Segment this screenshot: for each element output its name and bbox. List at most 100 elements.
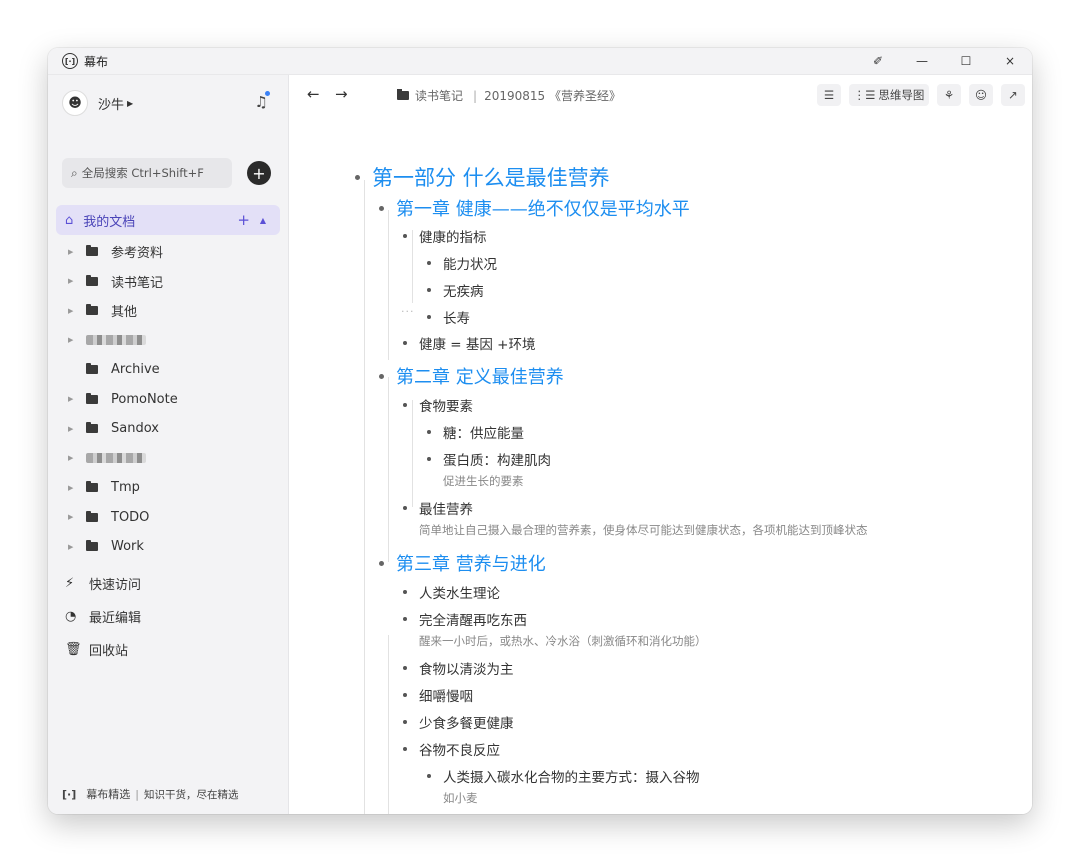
outline-item-level3[interactable]: 人类摄入碳水化合物的主要方式：摄入谷物 bbox=[427, 766, 700, 786]
outline-text[interactable]: 完全清醒再吃东西 bbox=[419, 609, 527, 629]
notification-dot bbox=[265, 91, 270, 96]
outline-heading[interactable]: 第一部分 什么是最佳营养 bbox=[372, 162, 610, 192]
outline-text[interactable]: 人类水生理论 bbox=[419, 582, 500, 602]
sidebar-folder-item[interactable]: ▶ 参考资料 bbox=[48, 237, 288, 267]
mindmap-button[interactable]: ⋮☰ 思维导图 bbox=[849, 84, 929, 106]
outline-note[interactable]: 促进生长的要素 bbox=[443, 473, 524, 489]
outline-item-level2[interactable]: 健康的指标 bbox=[403, 226, 487, 246]
outline-note[interactable]: 醒来一小时后，或热水、冷水浴（刺激循环和消化功能） bbox=[419, 633, 707, 649]
outline-note-text[interactable]: 促进生长的要素 bbox=[443, 473, 524, 489]
find-in-doc-icon[interactable]: ☰ bbox=[817, 84, 841, 106]
outline-item-level1[interactable]: 第三章 营养与进化 bbox=[379, 550, 546, 576]
pin-icon[interactable]: ✐ bbox=[856, 54, 900, 68]
export-icon[interactable]: ↗ bbox=[1001, 84, 1025, 106]
add-folder-icon[interactable]: + bbox=[237, 211, 250, 229]
search-input[interactable]: ⌕ 全局搜索 Ctrl+Shift+F bbox=[62, 158, 232, 188]
outline-note[interactable]: 简单地让自己摄入最合理的营养素，使身体尽可能达到健康状态，各项机能达到顶峰状态 bbox=[419, 522, 868, 538]
expand-arrow-icon[interactable]: ▶ bbox=[68, 336, 73, 344]
expand-arrow-icon[interactable]: ▶ bbox=[68, 513, 73, 521]
avatar[interactable]: ☻ bbox=[62, 90, 88, 116]
user-menu[interactable]: ☻ 沙牛 ▶ ♫ bbox=[62, 89, 276, 117]
expand-arrow-icon[interactable]: ▶ bbox=[68, 248, 73, 256]
outline-text[interactable]: 食物以清淡为主 bbox=[419, 658, 514, 678]
outline-item-level2[interactable]: 食物以清淡为主 bbox=[403, 658, 514, 678]
sidebar-folder-item[interactable]: ▶ bbox=[48, 326, 288, 356]
close-button[interactable]: × bbox=[988, 54, 1032, 68]
sidebar-item-recent[interactable]: ◔ 最近编辑 bbox=[48, 601, 288, 631]
outline-heading[interactable]: 第二章 定义最佳营养 bbox=[396, 363, 564, 389]
guide-line bbox=[412, 400, 413, 507]
bullet-icon bbox=[403, 234, 407, 238]
outline-item-level2[interactable]: 完全清醒再吃东西 bbox=[403, 609, 527, 629]
breadcrumb-folder[interactable]: 读书笔记 bbox=[415, 87, 463, 104]
sidebar-item-quick-access[interactable]: ⚡ 快速访问 bbox=[48, 568, 288, 598]
outline-text[interactable]: 人类摄入碳水化合物的主要方式：摄入谷物 bbox=[443, 766, 700, 786]
outline-note[interactable]: 如小麦 bbox=[443, 790, 478, 806]
folder-icon bbox=[86, 481, 98, 493]
outline-item-level2[interactable]: 人类水生理论 bbox=[403, 582, 500, 602]
outline-item-level3[interactable]: 无疾病 bbox=[427, 280, 484, 300]
app-window: [·] 幕布 ✐ — ☐ × ☻ 沙牛 ▶ ♫ ⌕ 全局搜索 Ctrl+Shif… bbox=[48, 48, 1032, 814]
outline-note-text[interactable]: 醒来一小时后，或热水、冷水浴（刺激循环和消化功能） bbox=[419, 633, 707, 649]
outline-item-level2[interactable]: 食物要素 bbox=[403, 395, 473, 415]
share-icon[interactable]: ⚘ bbox=[937, 84, 961, 106]
sidebar-folder-item[interactable]: ▶ Sandox bbox=[48, 414, 288, 444]
add-button[interactable]: + bbox=[247, 161, 271, 185]
sidebar-folder-item[interactable]: ▶ bbox=[48, 444, 288, 474]
outline-text[interactable]: 最佳营养 bbox=[419, 498, 473, 518]
outline-text[interactable]: 少食多餐更健康 bbox=[419, 712, 514, 732]
sidebar-folder-item[interactable]: ▶ TODO bbox=[48, 503, 288, 533]
outline-note-text[interactable]: 如小麦 bbox=[443, 790, 478, 806]
outline-item-level2[interactable]: 谷物不良反应 bbox=[403, 739, 500, 759]
expand-arrow-icon[interactable]: ▶ bbox=[68, 395, 73, 403]
sidebar-folder-item[interactable]: ▶ Work bbox=[48, 532, 288, 562]
user-name[interactable]: 沙牛 bbox=[98, 94, 124, 113]
outline-item-level2[interactable]: 细嚼慢咽 bbox=[403, 685, 473, 705]
sidebar-folder-item[interactable]: Archive bbox=[48, 355, 288, 385]
sidebar-folder-item[interactable]: ▶ 读书笔记 bbox=[48, 267, 288, 297]
outline-text[interactable]: 谷物不良反应 bbox=[419, 739, 500, 759]
outline-text[interactable]: 无疾病 bbox=[443, 280, 484, 300]
collaborate-icon[interactable]: ☺ bbox=[969, 84, 993, 106]
collapse-icon[interactable]: ▲ bbox=[260, 216, 266, 225]
outline-text[interactable]: 食物要素 bbox=[419, 395, 473, 415]
outline-text[interactable]: 能力状况 bbox=[443, 253, 497, 273]
outline-item-level2[interactable]: 少食多餐更健康 bbox=[403, 712, 514, 732]
expand-arrow-icon[interactable]: ▶ bbox=[68, 484, 73, 492]
expand-arrow-icon[interactable]: ▶ bbox=[68, 425, 73, 433]
outline-item-level3[interactable]: 长寿 bbox=[427, 307, 470, 327]
outline-item-level3[interactable]: 能力状况 bbox=[427, 253, 497, 273]
outline-item-level3[interactable]: 蛋白质：构建肌肉 bbox=[427, 449, 551, 469]
sidebar-folder-item[interactable]: ▶ Tmp bbox=[48, 473, 288, 503]
drag-handle-icon[interactable]: ··· bbox=[401, 305, 415, 318]
expand-arrow-icon[interactable]: ▶ bbox=[68, 454, 73, 462]
expand-arrow-icon[interactable]: ▶ bbox=[68, 277, 73, 285]
outline-text[interactable]: 健康 = 基因 +环境 bbox=[419, 333, 536, 353]
outline-text[interactable]: 长寿 bbox=[443, 307, 470, 327]
outline-text[interactable]: 健康的指标 bbox=[419, 226, 487, 246]
expand-arrow-icon[interactable]: ▶ bbox=[68, 307, 73, 315]
sidebar-folder-item[interactable]: ▶ 其他 bbox=[48, 296, 288, 326]
outline-item-level1[interactable]: 第二章 定义最佳营养 bbox=[379, 363, 564, 389]
forward-button[interactable]: → bbox=[335, 85, 348, 103]
minimize-button[interactable]: — bbox=[900, 54, 944, 68]
outline-text[interactable]: 蛋白质：构建肌肉 bbox=[443, 449, 551, 469]
outline-text[interactable]: 糖：供应能量 bbox=[443, 422, 524, 442]
sidebar-folder-item[interactable]: ▶ PomoNote bbox=[48, 385, 288, 415]
sidebar-item-my-docs[interactable]: ⌂ 我的文档 + ▲ bbox=[56, 205, 280, 235]
outline-item-level2[interactable]: 健康 = 基因 +环境 bbox=[403, 333, 536, 353]
outline-text[interactable]: 细嚼慢咽 bbox=[419, 685, 473, 705]
trash-icon: 🗑 bbox=[65, 641, 82, 657]
outline-item-level1[interactable]: 第一章 健康——绝不仅仅是平均水平 bbox=[379, 195, 690, 221]
outline-item-level0[interactable]: 第一部分 什么是最佳营养 bbox=[355, 162, 610, 192]
footer-featured[interactable]: [·] 幕布精选 | 知识干货，尽在精选 bbox=[62, 786, 238, 802]
outline-note-text[interactable]: 简单地让自己摄入最合理的营养素，使身体尽可能达到健康状态，各项机能达到顶峰状态 bbox=[419, 522, 868, 538]
outline-heading[interactable]: 第三章 营养与进化 bbox=[396, 550, 546, 576]
back-button[interactable]: ← bbox=[307, 85, 320, 103]
maximize-button[interactable]: ☐ bbox=[944, 54, 988, 68]
sidebar-item-trash[interactable]: 🗑 回收站 bbox=[48, 634, 288, 664]
expand-arrow-icon[interactable]: ▶ bbox=[68, 543, 73, 551]
outline-heading[interactable]: 第一章 健康——绝不仅仅是平均水平 bbox=[396, 195, 690, 221]
outline-item-level2[interactable]: 最佳营养 bbox=[403, 498, 473, 518]
outline-item-level3[interactable]: 糖：供应能量 bbox=[427, 422, 524, 442]
